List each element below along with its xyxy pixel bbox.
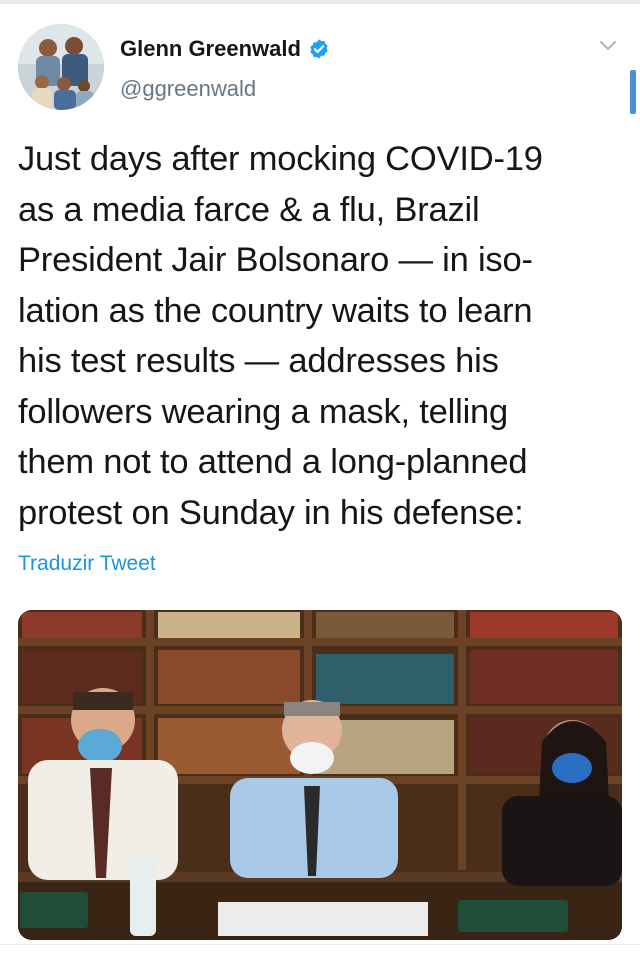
scrollbar[interactable] — [630, 70, 636, 114]
bottom-divider — [0, 944, 640, 945]
translate-tweet-link[interactable]: Traduzir Tweet — [18, 552, 156, 576]
press-conference-photo — [18, 610, 622, 940]
author-name-row[interactable]: Glenn Greenwald — [120, 36, 330, 62]
avatar-photo — [18, 24, 104, 110]
author-handle[interactable]: @ggreenwald — [120, 76, 256, 102]
verified-badge-icon — [310, 39, 328, 59]
display-name[interactable]: Glenn Greenwald — [120, 36, 301, 62]
tweet-media-image[interactable] — [18, 610, 622, 940]
tweet-text: Just days after mocking COVID-19 as a me… — [18, 140, 543, 532]
chevron-down-icon[interactable] — [598, 38, 618, 54]
top-divider — [0, 0, 640, 4]
avatar[interactable] — [18, 24, 104, 110]
